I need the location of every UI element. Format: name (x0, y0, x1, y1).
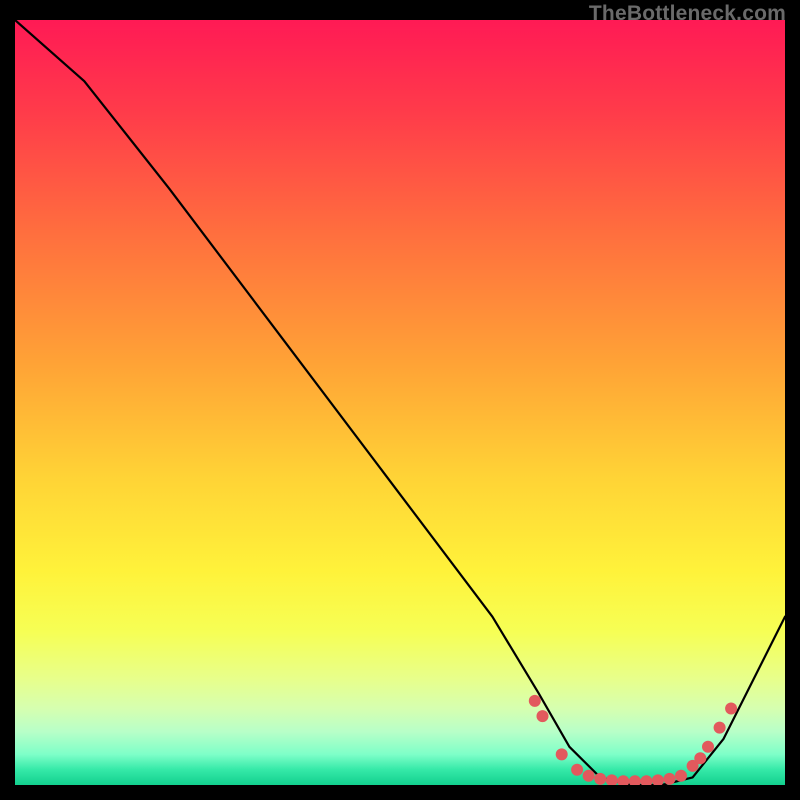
marker-dot (556, 748, 568, 760)
marker-dot (571, 764, 583, 776)
marker-dot (606, 774, 618, 785)
marker-dot (629, 775, 641, 785)
marker-dot (594, 773, 606, 785)
chart-plot-area (15, 20, 785, 785)
marker-dot (725, 703, 737, 715)
marker-dot (664, 773, 676, 785)
marker-dot (702, 741, 714, 753)
bottleneck-curve (15, 20, 785, 785)
optimal-band-markers (529, 695, 737, 785)
marker-dot (640, 775, 652, 785)
marker-dot (675, 770, 687, 782)
marker-dot (537, 710, 549, 722)
marker-dot (617, 775, 629, 785)
marker-dot (694, 752, 706, 764)
marker-dot (652, 774, 664, 785)
watermark-text: TheBottleneck.com (589, 2, 786, 26)
marker-dot (714, 722, 726, 734)
marker-dot (583, 770, 595, 782)
marker-dot (529, 695, 541, 707)
chart-svg (15, 20, 785, 785)
